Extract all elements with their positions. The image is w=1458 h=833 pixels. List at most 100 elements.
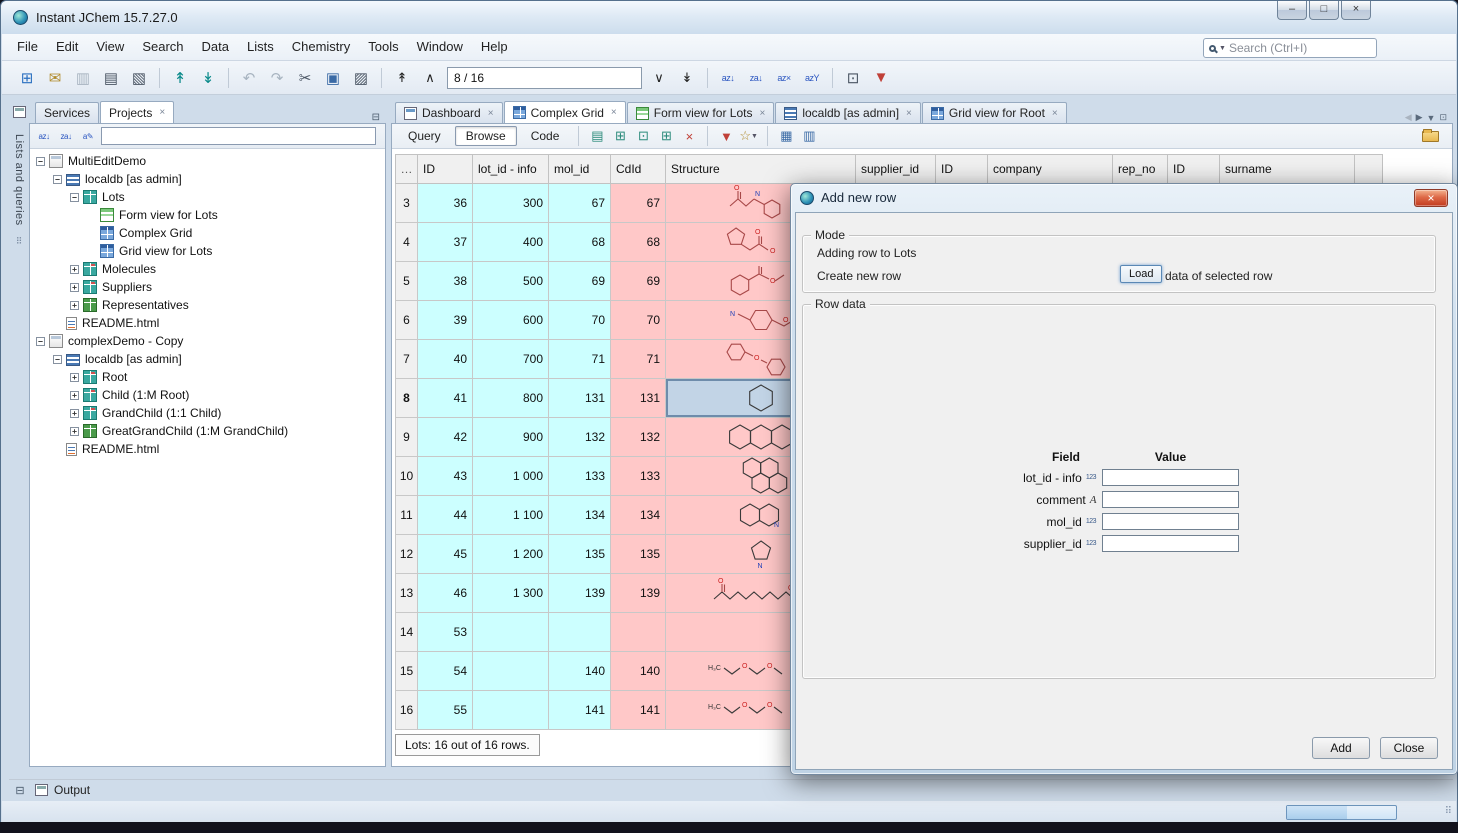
tree-item-complex-grid[interactable]: Complex Grid [30,224,385,242]
tree-item-suppliers[interactable]: +Suppliers [30,278,385,296]
close-tab-icon[interactable]: × [906,108,912,119]
menu-file[interactable]: File [8,36,47,57]
expander-icon[interactable]: + [70,427,79,436]
cell-mol-id[interactable]: 134 [549,496,611,535]
menu-lists[interactable]: Lists [238,36,283,57]
cell-lot-id[interactable] [473,691,549,730]
cell-id[interactable]: 43 [418,457,473,496]
sort-ascending-icon[interactable]: az↓ [715,66,741,90]
redo-icon[interactable]: ↷ [264,66,290,90]
output-tab[interactable]: Output [54,783,90,797]
paste-icon[interactable]: ▨ [348,66,374,90]
cell-lot-id[interactable]: 600 [473,301,549,340]
row-number[interactable]: 15 [396,652,418,691]
tree-item-lots[interactable]: −Lots [30,188,385,206]
column-header-lot-id-info[interactable]: lot_id - info [473,155,549,184]
cell-mol-id[interactable]: 68 [549,223,611,262]
cell-cdid[interactable]: 139 [611,574,666,613]
sort-descending-icon[interactable]: za↓ [57,132,75,141]
search-input[interactable]: ▼ Search (Ctrl+I) [1203,38,1377,58]
tree-item-child-1-m-root[interactable]: +Child (1:M Root) [30,386,385,404]
expander-icon[interactable]: − [53,355,62,364]
cell-lot-id[interactable]: 700 [473,340,549,379]
tree-item-complexdemo-copy[interactable]: −complexDemo - Copy [30,332,385,350]
add-button[interactable]: Add [1312,737,1370,759]
project-filter-input[interactable] [101,127,376,145]
cell-id[interactable]: 55 [418,691,473,730]
row-number[interactable]: 6 [396,301,418,340]
mol-id-input[interactable] [1102,513,1239,530]
scroll-tabs-right-icon[interactable]: ▶ [1416,112,1423,123]
resize-grip-icon[interactable]: ⠿ [1445,806,1452,817]
row-number[interactable]: 10 [396,457,418,496]
dialog-close-icon[interactable]: × [1414,189,1448,207]
cell-lot-id[interactable] [473,613,549,652]
cell-cdid[interactable]: 70 [611,301,666,340]
delete-row-icon[interactable]: × [679,129,699,144]
open-icon[interactable]: ✉ [42,66,68,90]
sidebar-tab-projects[interactable]: Projects× [100,101,174,123]
cell-id[interactable]: 36 [418,184,473,223]
cell-cdid[interactable]: 132 [611,418,666,457]
first-record-icon[interactable]: ↟ [389,66,415,90]
cell-mol-id[interactable]: 139 [549,574,611,613]
next-record-icon[interactable]: ∨ [646,66,672,90]
cell-lot-id[interactable]: 1 300 [473,574,549,613]
cell-mol-id[interactable]: 70 [549,301,611,340]
tree-item-readme-html[interactable]: README.html [30,314,385,332]
tree-item-form-view-for-lots[interactable]: Form view for Lots [30,206,385,224]
sheet-view-icon[interactable]: ▥ [799,128,819,144]
menu-tools[interactable]: Tools [359,36,407,57]
cell-cdid[interactable]: 140 [611,652,666,691]
row-number[interactable]: 5 [396,262,418,301]
cell-cdid[interactable]: 135 [611,535,666,574]
expander-icon[interactable]: + [70,391,79,400]
cell-cdid[interactable]: 67 [611,184,666,223]
close-tab-icon[interactable]: × [611,107,617,118]
expander-icon[interactable]: + [70,373,79,382]
cut-icon[interactable]: ✂ [292,66,318,90]
tab-grid-view-for-root[interactable]: Grid view for Root× [922,102,1067,123]
expander-icon[interactable]: + [70,283,79,292]
load-button[interactable]: Load [1120,265,1162,283]
comment-input[interactable] [1102,491,1239,508]
print-preview-icon[interactable]: ▧ [126,66,152,90]
cell-lot-id[interactable]: 800 [473,379,549,418]
cell-id[interactable]: 41 [418,379,473,418]
maximize-button[interactable]: □ [1309,1,1339,20]
scroll-tabs-left-icon[interactable]: ◀ [1405,112,1412,123]
row-number[interactable]: 14 [396,613,418,652]
cell-id[interactable]: 39 [418,301,473,340]
table-view-icon[interactable]: ▦ [776,128,796,144]
last-record-icon[interactable]: ↡ [674,66,700,90]
expander-icon[interactable]: − [70,193,79,202]
add-row-ci-icon[interactable]: ⊞ [656,128,676,144]
cell-mol-id[interactable]: 69 [549,262,611,301]
menu-data[interactable]: Data [193,36,238,57]
tree-item-greatgrandchild-1-m-grandchild[interactable]: +GreatGrandChild (1:M GrandChild) [30,422,385,440]
dialog-close-button[interactable]: Close [1380,737,1438,759]
menu-view[interactable]: View [87,36,133,57]
column-header-rep-no[interactable]: rep_no [1113,155,1168,184]
close-tab-icon[interactable]: × [488,108,494,119]
cell-lot-id[interactable]: 500 [473,262,549,301]
memory-indicator[interactable] [1286,805,1397,820]
menu-edit[interactable]: Edit [47,36,87,57]
row-number[interactable]: 13 [396,574,418,613]
cell-cdid[interactable]: 141 [611,691,666,730]
print-icon[interactable]: ▤ [98,66,124,90]
cell-id[interactable]: 46 [418,574,473,613]
row-number[interactable]: 11 [396,496,418,535]
cell-mol-id[interactable] [549,613,611,652]
cell-lot-id[interactable]: 1 000 [473,457,549,496]
expander-icon[interactable]: − [36,337,45,346]
dock-window-icon[interactable] [13,106,26,118]
cell-id[interactable]: 54 [418,652,473,691]
column-header-id[interactable]: ID [936,155,988,184]
column-header-id[interactable]: ID [1168,155,1220,184]
cell-cdid[interactable]: 69 [611,262,666,301]
cell-mol-id[interactable]: 131 [549,379,611,418]
expander-icon[interactable]: + [70,409,79,418]
filter-icon[interactable]: ▼ [868,66,894,90]
menu-chemistry[interactable]: Chemistry [283,36,360,57]
